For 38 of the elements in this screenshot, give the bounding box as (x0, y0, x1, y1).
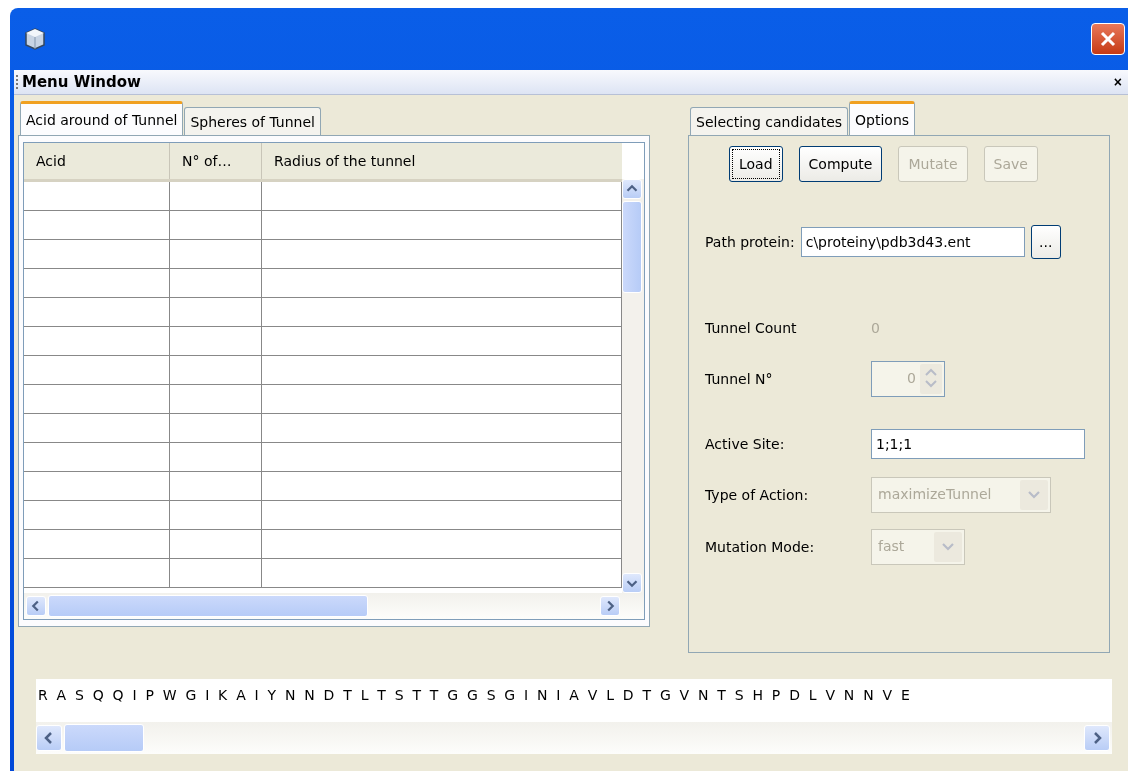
field-label: Mutation Mode: (705, 539, 816, 555)
vertical-scrollbar[interactable] (622, 179, 644, 593)
column-header[interactable]: N° of… (170, 143, 262, 179)
close-button[interactable]: × (1113, 74, 1122, 90)
path-field[interactable]: c\proteiny\pdb3d43.ent (800, 227, 1025, 257)
scroll-up-button[interactable] (622, 179, 642, 199)
action-button[interactable]: Compute (798, 146, 883, 182)
close-icon (1098, 29, 1118, 49)
scroll-thumb[interactable] (48, 595, 368, 617)
column-header[interactable]: Acid (24, 143, 170, 179)
scroll-left-button[interactable] (26, 596, 46, 616)
scroll-down-button[interactable] (622, 573, 642, 593)
scroll-right-button[interactable] (1084, 725, 1110, 751)
scroll-thumb[interactable] (64, 724, 144, 752)
tab[interactable]: Spheres of Tunnel (184, 107, 321, 135)
browse-button[interactable]: ... (1030, 225, 1061, 259)
text-field[interactable]: 1;1;1 (871, 429, 1085, 459)
panel-title: Menu Window (22, 73, 141, 91)
scroll-right-button[interactable] (600, 596, 620, 616)
tab[interactable]: Selecting candidates (690, 107, 849, 135)
tab[interactable]: Options (849, 101, 916, 135)
field-label: Type of Action: (705, 487, 810, 503)
scroll-left-button[interactable] (36, 725, 62, 751)
action-button[interactable]: Load (729, 146, 783, 182)
grip-handle[interactable] (16, 75, 20, 89)
scroll-thumb[interactable] (622, 201, 642, 293)
value-text: 0 (871, 320, 880, 336)
sequence-text: R A S Q Q I P W G I K A I Y N N D T L T S T T G G S G I N I A V L D T G V N T S H P D L V N N V E (36, 679, 1112, 722)
field-label: Path protein: (705, 234, 795, 250)
tab[interactable]: Acid around of Tunnel (20, 101, 184, 135)
close-button[interactable] (1091, 23, 1125, 55)
horizontal-scrollbar[interactable] (36, 722, 1112, 754)
field-label: Tunnel Count (705, 320, 798, 336)
field-label: Active Site: (705, 436, 786, 452)
horizontal-scrollbar[interactable] (24, 593, 644, 619)
cube-icon (24, 27, 46, 51)
field-label: Tunnel N° (705, 371, 774, 387)
column-header[interactable]: Radius of the tunnel (262, 143, 622, 179)
